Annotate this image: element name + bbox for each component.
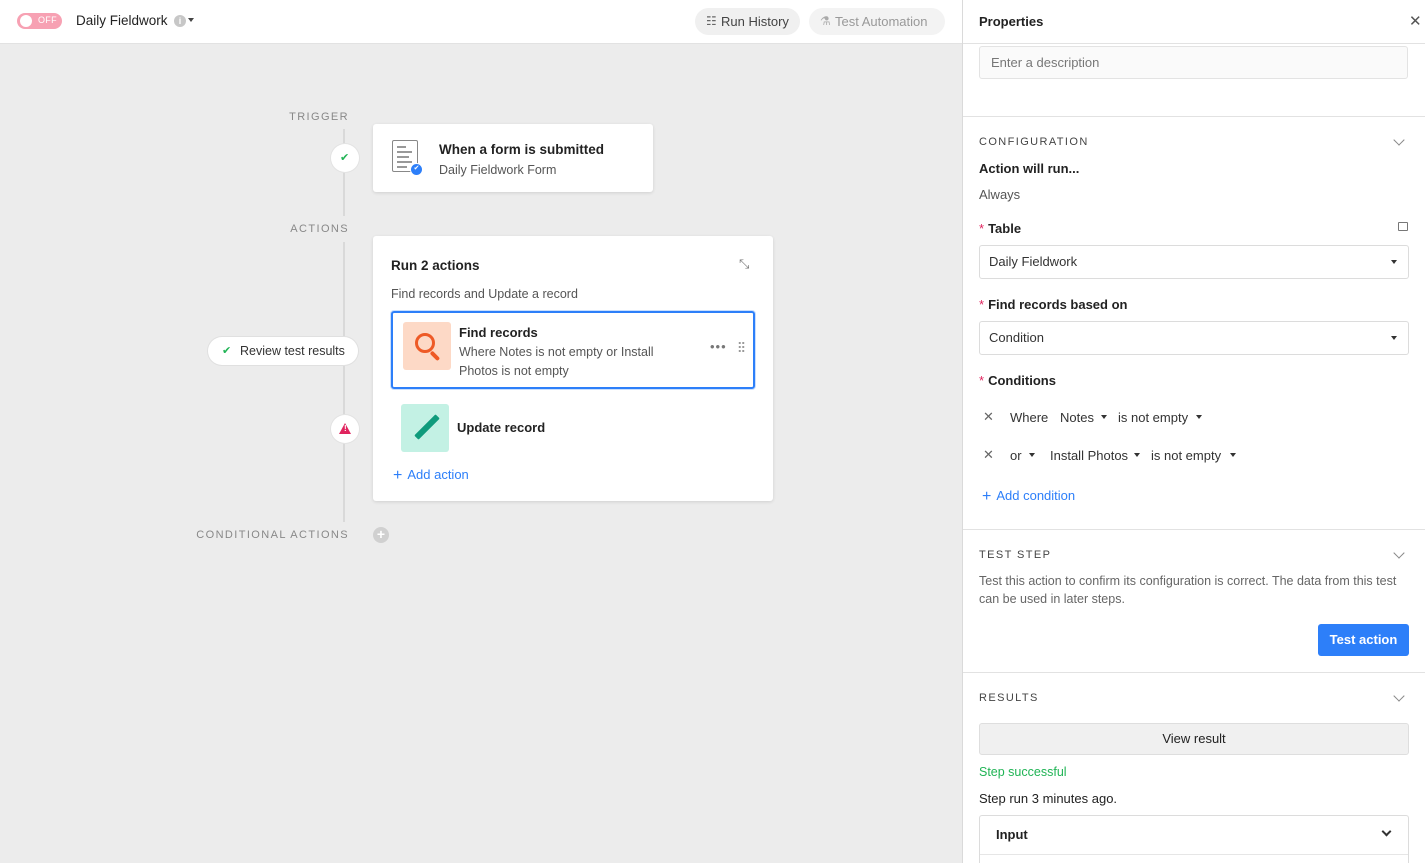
condition-connector: Where — [1010, 410, 1049, 425]
add-condition-label: Add condition — [996, 488, 1076, 503]
chevron-down-icon — [1381, 826, 1392, 837]
add-action-button[interactable]: + Add action — [393, 466, 469, 484]
workflow-canvas: TRIGGER ACTIONS CONDITIONAL ACTIONS ✔ ✔ … — [0, 44, 962, 863]
properties-panel: Properties ✕ CONFIGURATION Action will r… — [962, 0, 1425, 863]
remove-condition-icon[interactable]: ✕ — [983, 447, 994, 463]
action-update-record[interactable]: Update record — [391, 395, 755, 473]
action-group-title: Run 2 actions — [391, 258, 480, 273]
remove-condition-icon[interactable]: ✕ — [983, 409, 994, 425]
condition-row: ✕ Where Notes is not empty — [979, 406, 1409, 430]
actions-section-label: ACTIONS — [290, 223, 349, 235]
add-condition-button[interactable]: + Add condition — [982, 487, 1075, 505]
find-records-label: * Find records based on — [979, 297, 1128, 312]
warning-status-node: ! — [331, 415, 359, 443]
search-icon — [403, 322, 451, 370]
trigger-subtitle: Daily Fieldwork Form — [439, 163, 557, 177]
find-records-select[interactable]: Condition — [979, 321, 1409, 355]
caret-down-icon — [1101, 415, 1107, 419]
flow-connector — [343, 242, 345, 522]
automation-toggle[interactable]: OFF — [17, 13, 62, 29]
test-automation-label: Test Automation — [835, 14, 928, 29]
trigger-status-node: ✔ — [331, 144, 359, 172]
table-select[interactable]: Daily Fieldwork — [979, 245, 1409, 279]
input-accordion-label: Input — [996, 827, 1028, 842]
test-step-help: Test this action to confirm its configur… — [979, 574, 1397, 606]
test-step-chevron-icon[interactable] — [1393, 547, 1405, 559]
trigger-title: When a form is submitted — [439, 142, 605, 157]
review-test-results-button[interactable]: ✔ Review test results — [208, 337, 358, 365]
panel-header: Properties ✕ — [963, 0, 1425, 44]
caret-down-icon — [1196, 415, 1202, 419]
list-icon: ☷ — [706, 14, 717, 28]
find-records-select-value: Condition — [989, 330, 1044, 345]
collapse-icon[interactable]: ⤡ — [739, 256, 749, 272]
close-icon[interactable]: ✕ — [1409, 12, 1422, 30]
action-group-card[interactable]: Run 2 actions ⤡ Find records and Update … — [373, 236, 773, 501]
input-accordion[interactable]: Input — [979, 815, 1409, 863]
step-run-time: Step run 3 minutes ago. — [979, 791, 1118, 806]
flow-connector — [343, 129, 345, 216]
toggle-label: OFF — [38, 15, 57, 25]
table-label: * Table — [979, 221, 1022, 236]
step-status: Step successful — [979, 765, 1067, 779]
action-subtitle: Where Notes is not empty or Install Phot… — [459, 345, 654, 378]
check-icon: ✔ — [340, 152, 350, 164]
add-conditional-action-icon[interactable]: + — [373, 527, 389, 543]
action-group-subtitle: Find records and Update a record — [391, 287, 578, 301]
condition-operator-select[interactable]: is not empty — [1151, 448, 1221, 463]
run-mode-value: Always — [979, 187, 1021, 202]
run-history-label: Run History — [721, 14, 789, 29]
review-test-results-label: Review test results — [240, 344, 345, 358]
automation-title[interactable]: Daily Fieldwork — [76, 13, 168, 28]
caret-down-icon — [1391, 336, 1397, 340]
condition-connector-select[interactable]: or — [1010, 448, 1022, 463]
conditional-actions-label: CONDITIONAL ACTIONS — [196, 529, 349, 541]
trigger-section-label: TRIGGER — [289, 111, 349, 123]
check-badge-icon: ✔ — [410, 163, 423, 176]
pencil-icon — [401, 404, 449, 452]
check-icon: ✔ — [222, 345, 232, 357]
run-history-button[interactable]: ☷ Run History — [695, 8, 800, 35]
plus-icon: + — [982, 488, 992, 505]
condition-field-select[interactable]: Notes — [1060, 410, 1094, 425]
test-step-heading: TEST STEP — [979, 549, 1052, 561]
caret-down-icon — [1134, 453, 1140, 457]
top-bar: OFF Daily Fieldwork i ☷ Run History ⚗ Te… — [0, 0, 962, 44]
table-select-value: Daily Fieldwork — [989, 254, 1078, 269]
test-automation-button[interactable]: ⚗ Test Automation — [809, 8, 945, 35]
info-icon[interactable]: i — [174, 15, 186, 27]
action-title: Update record — [457, 420, 546, 435]
condition-row: ✕ or Install Photos is not empty — [979, 444, 1409, 468]
trigger-card[interactable]: ✔ When a form is submitted Daily Fieldwo… — [373, 124, 653, 192]
description-input[interactable] — [979, 46, 1408, 79]
drag-handle-icon[interactable] — [738, 341, 745, 353]
flask-icon: ⚗ — [820, 14, 831, 28]
configuration-heading: CONFIGURATION — [979, 136, 1089, 148]
action-will-run-label: Action will run... — [979, 161, 1080, 176]
toggle-knob — [20, 15, 32, 27]
caret-down-icon — [1029, 453, 1035, 457]
configuration-chevron-icon[interactable] — [1393, 134, 1405, 146]
conditions-label: * Conditions — [979, 373, 1056, 388]
action-title: Find records — [459, 325, 538, 340]
open-table-icon[interactable] — [1398, 222, 1408, 231]
caret-down-icon — [1230, 453, 1236, 457]
test-action-button[interactable]: Test action — [1318, 624, 1409, 656]
caret-down-icon — [1391, 260, 1397, 264]
more-options-icon[interactable]: ••• — [710, 339, 727, 354]
add-action-label: Add action — [407, 467, 469, 482]
condition-operator-select[interactable]: is not empty — [1118, 410, 1188, 425]
action-find-records[interactable]: Find records Where Notes is not empty or… — [391, 311, 755, 389]
results-heading: RESULTS — [979, 692, 1039, 704]
condition-field-select[interactable]: Install Photos — [1050, 448, 1128, 463]
panel-title: Properties — [979, 14, 1044, 29]
plus-icon: + — [393, 467, 403, 484]
title-caret-down-icon[interactable] — [188, 18, 194, 22]
results-chevron-icon[interactable] — [1393, 690, 1405, 702]
view-result-button[interactable]: View result — [979, 723, 1409, 755]
